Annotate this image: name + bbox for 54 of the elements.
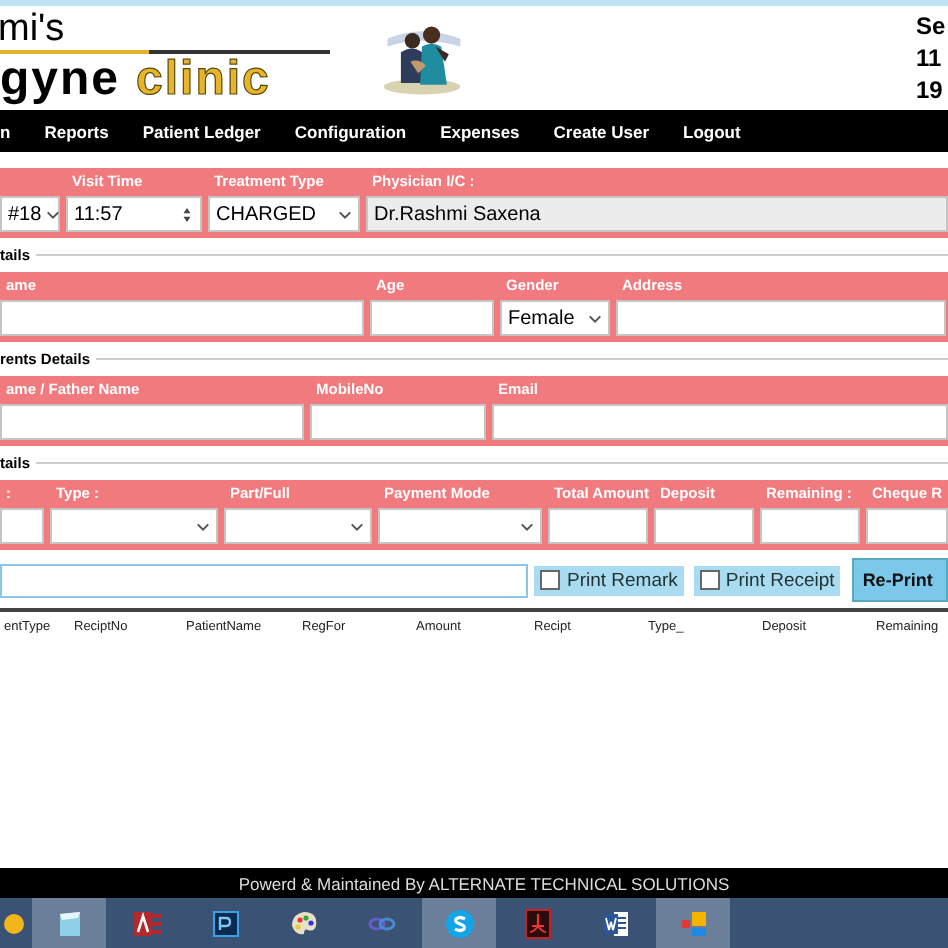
input-field[interactable]: [370, 300, 494, 336]
document-icon: [599, 907, 631, 939]
caret-icon: [196, 521, 210, 531]
footer-text: Powerd & Maintained By ALTERNATE TECHNICAL SOLUTIONS: [236, 873, 730, 893]
caret-icon: [338, 209, 352, 219]
input-field[interactable]: [492, 404, 948, 440]
physician-field[interactable]: Dr.Rashmi Saxena: [366, 196, 948, 232]
logo-text: mi's: [0, 10, 65, 50]
menu-item[interactable]: Patient Ledger: [142, 121, 261, 141]
logo-text: clinic: [136, 54, 271, 106]
taskbar-button[interactable]: [32, 898, 106, 948]
dropdown[interactable]: #18: [0, 196, 60, 232]
header-text: 19: [916, 74, 943, 106]
dropdown[interactable]: [224, 508, 372, 544]
checkbox[interactable]: Print Remark: [534, 565, 684, 595]
time-field[interactable]: 11:57: [66, 196, 202, 232]
reprint-button[interactable]: Re-Print: [852, 558, 948, 602]
remark-field[interactable]: [0, 563, 529, 597]
header-text: Se: [916, 10, 946, 42]
input-field[interactable]: [548, 508, 648, 544]
dropdown[interactable]: [378, 508, 542, 544]
input-field[interactable]: [654, 508, 754, 544]
checkbox[interactable]: Print Receipt: [693, 565, 841, 595]
caret-icon: [45, 209, 60, 219]
menu-item[interactable]: n: [0, 121, 11, 141]
input-field[interactable]: [760, 508, 860, 544]
database-icon: [131, 907, 163, 939]
input-field[interactable]: [866, 508, 948, 544]
spinner-icon[interactable]: [180, 203, 194, 225]
dropdown[interactable]: CHARGED: [208, 196, 360, 232]
input-field[interactable]: [0, 300, 364, 336]
caret-icon: [520, 521, 534, 531]
input-field[interactable]: [310, 404, 486, 440]
caret-icon: [588, 313, 602, 323]
caret-icon: [350, 521, 364, 531]
dropdown[interactable]: [50, 508, 218, 544]
menu-item[interactable]: Create User: [553, 121, 650, 141]
menu-item[interactable]: Configuration: [294, 121, 407, 141]
menu-item[interactable]: Reports: [44, 121, 109, 141]
taskbar-button[interactable]: [422, 898, 496, 948]
header-text: 11: [916, 42, 942, 74]
menu-item[interactable]: Expenses: [440, 121, 520, 141]
input-field[interactable]: [0, 508, 44, 544]
blocks-icon: [677, 907, 709, 939]
logo-text: gyne: [0, 54, 121, 106]
menu-item[interactable]: Logout: [683, 121, 741, 141]
input-field[interactable]: [0, 404, 304, 440]
input-field[interactable]: [616, 300, 946, 336]
image-editor-icon: [209, 907, 241, 939]
chat-icon: [443, 907, 475, 939]
pdf-icon: [521, 907, 553, 939]
dropdown[interactable]: Female: [500, 300, 610, 336]
palette-icon: [287, 907, 319, 939]
circle-icon: [4, 913, 24, 933]
